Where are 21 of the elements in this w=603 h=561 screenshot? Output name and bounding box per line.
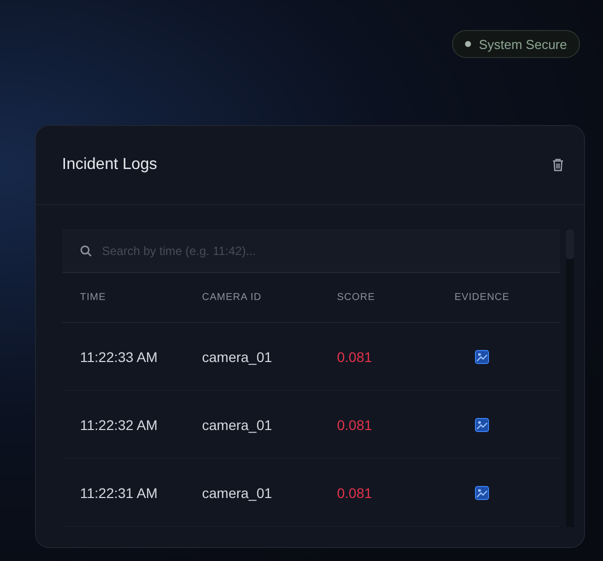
score-cell-text: 0.081	[337, 484, 374, 501]
search-icon	[80, 245, 92, 257]
status-label: System Secure	[478, 36, 567, 52]
camera-cell-text: camera_01	[202, 484, 274, 501]
image-icon[interactable]	[475, 418, 489, 432]
status-dot-icon	[464, 41, 471, 47]
camera-cell-text: camera_01	[202, 348, 274, 365]
score-cell-text: 0.081	[337, 348, 374, 365]
column-header: CAMERA ID	[202, 292, 263, 304]
score-cell-text: 0.081	[337, 416, 374, 433]
time-cell-text: 11:22:32 AM	[79, 416, 159, 433]
column-header: EVIDENCE	[453, 292, 511, 304]
image-icon[interactable]	[475, 350, 489, 364]
time-cell-text: 11:22:31 AM	[79, 484, 159, 501]
time-cell-text: 11:22:33 AM	[79, 348, 159, 365]
column-header: TIME	[79, 292, 107, 304]
image-icon[interactable]	[475, 486, 489, 500]
camera-cell-text: camera_01	[202, 416, 274, 433]
column-header: SCORE	[337, 292, 376, 304]
delete-icon[interactable]	[552, 158, 564, 172]
panel-title: Incident Logs	[62, 156, 158, 174]
